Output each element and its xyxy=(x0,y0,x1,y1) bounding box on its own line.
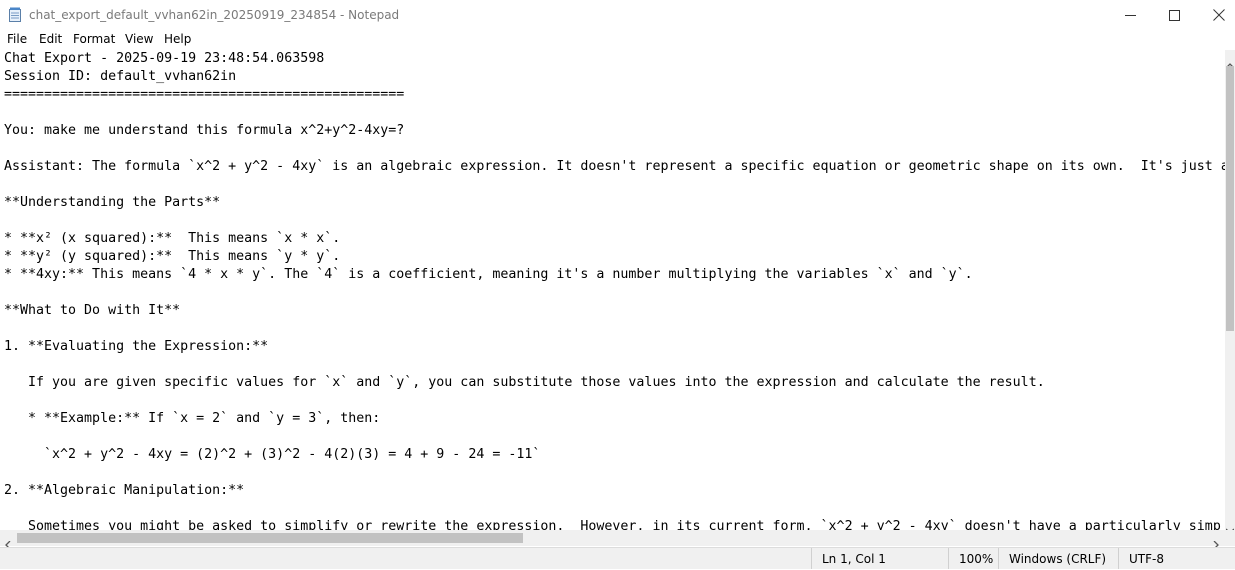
notepad-icon xyxy=(9,7,22,22)
menu-bar: File Edit Format View Help xyxy=(0,30,1235,49)
cursor-position: Ln 1, Col 1 xyxy=(811,548,886,569)
status-bar: Ln 1, Col 1 100% Windows (CRLF) UTF-8 xyxy=(0,547,1235,569)
menu-format[interactable]: Format xyxy=(73,32,115,46)
zoom-level: 100% xyxy=(948,548,993,569)
menu-file[interactable]: File xyxy=(7,32,27,46)
document-text[interactable]: Chat Export - 2025-09-19 23:48:54.063598… xyxy=(4,50,1225,530)
window-title: chat_export_default_vvhan62in_20250919_2… xyxy=(29,8,400,22)
close-button[interactable] xyxy=(1196,0,1235,30)
encoding: UTF-8 xyxy=(1118,548,1164,569)
menu-edit[interactable]: Edit xyxy=(39,32,62,46)
menu-view[interactable]: View xyxy=(125,32,153,46)
line-ending: Windows (CRLF) xyxy=(998,548,1106,569)
minimize-button[interactable] xyxy=(1107,0,1153,30)
maximize-icon xyxy=(1168,9,1180,21)
horizontal-scrollbar[interactable] xyxy=(0,530,1225,550)
close-icon xyxy=(1213,9,1225,21)
text-editor[interactable]: Chat Export - 2025-09-19 23:48:54.063598… xyxy=(0,50,1225,530)
maximize-button[interactable] xyxy=(1151,0,1197,30)
minimize-icon xyxy=(1124,10,1136,21)
title-bar[interactable]: chat_export_default_vvhan62in_20250919_2… xyxy=(0,0,1235,30)
menu-help[interactable]: Help xyxy=(164,32,191,46)
horizontal-scroll-thumb[interactable] xyxy=(17,533,523,543)
scrollbar-corner xyxy=(1225,530,1235,546)
vertical-scroll-thumb[interactable] xyxy=(1226,66,1234,331)
vertical-scrollbar[interactable] xyxy=(1225,50,1235,534)
